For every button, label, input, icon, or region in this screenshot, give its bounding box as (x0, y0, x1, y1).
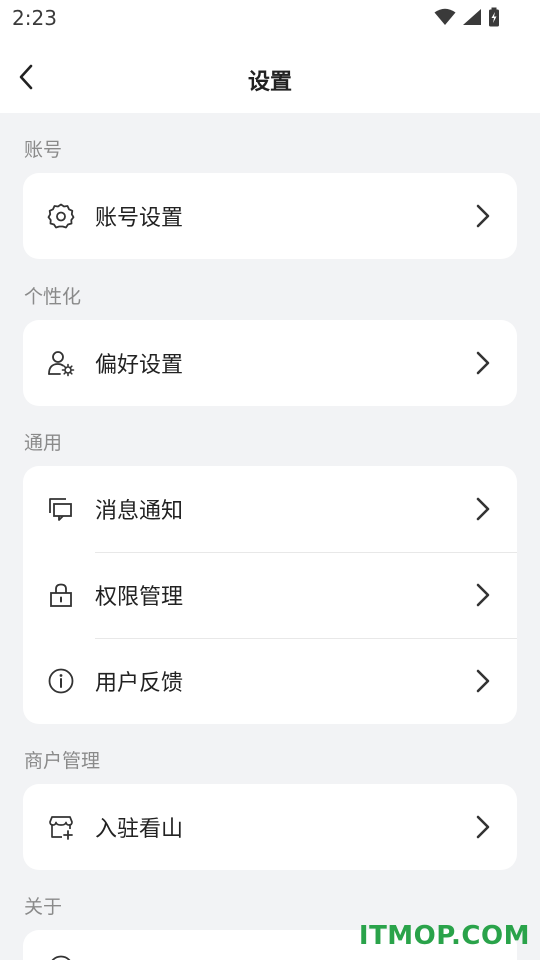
row-user-feedback[interactable]: 用户反馈 (23, 638, 517, 724)
section-title-general: 通用 (24, 432, 63, 454)
info-icon (47, 667, 75, 695)
card-general: 消息通知 权限管理 用户反馈 (23, 466, 517, 724)
header-area: 2:23 设置 (0, 0, 540, 113)
chevron-right-icon (473, 669, 493, 693)
row-label: 消息通知 (95, 499, 184, 524)
row-label: 权限管理 (95, 585, 184, 610)
status-time: 2:23 (12, 6, 57, 30)
row-message-notification[interactable]: 消息通知 (23, 466, 517, 552)
section-title-about: 关于 (24, 896, 63, 918)
status-bar: 2:23 (0, 0, 540, 38)
card-account: 账号设置 (23, 173, 517, 259)
watermark: ITMOP.COM (358, 921, 530, 951)
card-personalization: 偏好设置 (23, 320, 517, 406)
card-merchant: 入驻看山 (23, 784, 517, 870)
lock-icon (47, 581, 75, 609)
chevron-right-icon (473, 583, 493, 607)
status-icons (434, 7, 500, 31)
page-title: 设置 (247, 70, 292, 95)
section-title-personalization: 个性化 (24, 286, 82, 308)
row-label: 账号设置 (95, 206, 184, 231)
row-account-settings[interactable]: 账号设置 (23, 173, 517, 259)
battery-icon (488, 7, 500, 31)
nav-bar: 设置 (0, 44, 540, 114)
chevron-right-icon (473, 204, 493, 228)
row-merchant-join[interactable]: 入驻看山 (23, 784, 517, 870)
chevron-right-icon (473, 351, 493, 375)
row-permission-management[interactable]: 权限管理 (23, 552, 517, 638)
divider (95, 552, 517, 553)
signal-icon (462, 8, 482, 30)
row-label: 偏好设置 (95, 353, 184, 378)
row-label: 入驻看山 (95, 817, 184, 842)
section-title-merchant: 商户管理 (24, 750, 101, 772)
user-preference-icon (47, 349, 75, 377)
wifi-icon (434, 8, 456, 30)
chevron-right-icon (473, 497, 493, 521)
row-preference-settings[interactable]: 偏好设置 (23, 320, 517, 406)
row-label: 用户反馈 (95, 671, 184, 696)
message-icon (47, 495, 75, 523)
about-row-icon (47, 954, 75, 960)
divider (95, 638, 517, 639)
gear-icon (47, 202, 75, 230)
section-title-account: 账号 (24, 139, 63, 161)
chevron-right-icon (473, 815, 493, 839)
store-add-icon (47, 813, 75, 841)
